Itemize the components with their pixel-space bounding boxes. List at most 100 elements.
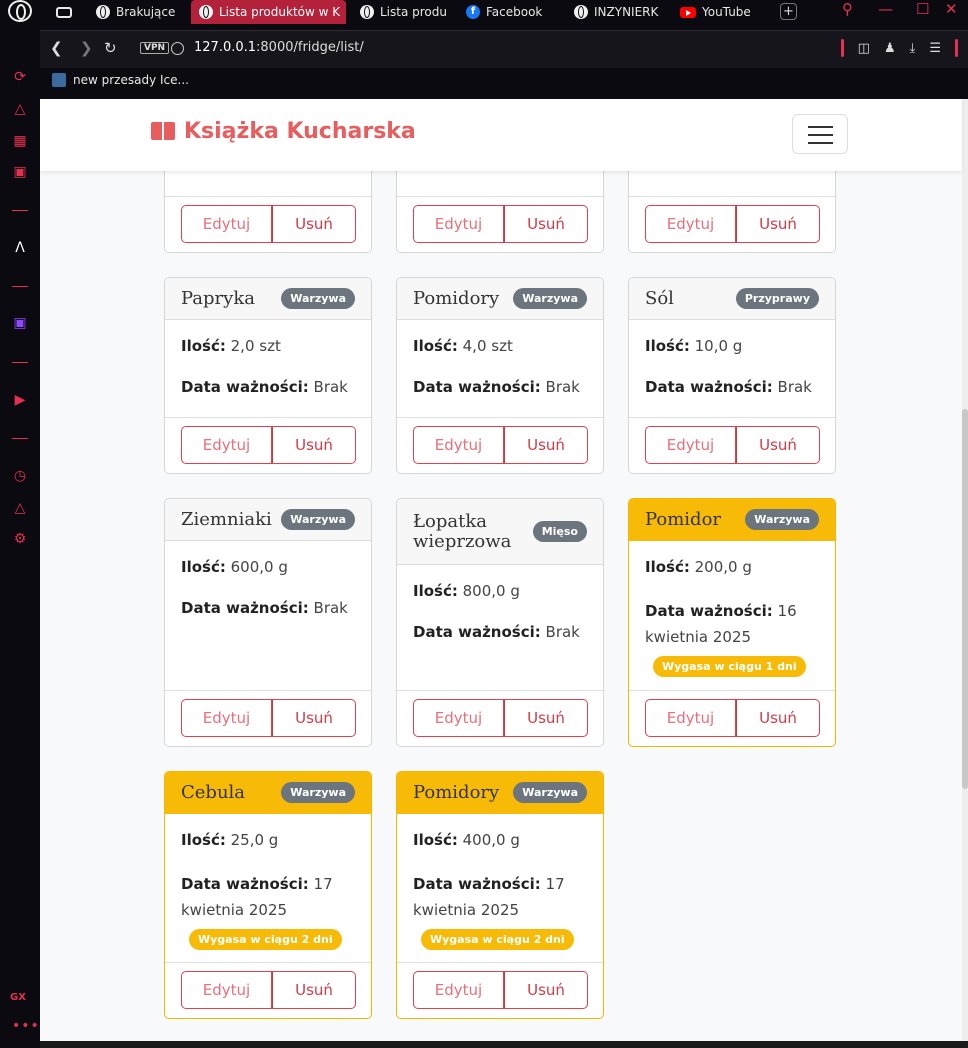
expiry-row: Data ważności: 17 kwietnia 2025 (181, 871, 355, 923)
gx-cleaner-icon[interactable]: ▦ (11, 132, 29, 150)
qty-row: Ilość: 25,0 g (181, 830, 355, 850)
close-icon[interactable]: ✕ (945, 0, 958, 18)
brand-link[interactable]: Książka Kucharska (150, 119, 416, 144)
minimize-icon[interactable]: — (878, 0, 893, 18)
back-icon[interactable]: ❮ (50, 39, 63, 57)
delete-button[interactable]: Usuń (736, 699, 820, 737)
tab-inzynierk[interactable]: INZYNIERK (566, 0, 670, 24)
delete-button[interactable]: Usuń (504, 699, 588, 737)
category-badge: Warzywa (513, 782, 587, 803)
edit-button[interactable]: Edytuj (645, 205, 736, 243)
edit-button[interactable]: Edytuj (181, 205, 272, 243)
tab-brakujace[interactable]: Brakujące (48, 0, 186, 24)
expiry-value: Brak (777, 378, 812, 396)
edit-button[interactable]: Edytuj (413, 205, 504, 243)
profile-icon[interactable]: ♟ (884, 41, 896, 56)
menu-icon[interactable]: ☰ (929, 41, 941, 56)
delete-button[interactable]: Usuń (272, 699, 356, 737)
expiry-label: Data ważności: (645, 602, 773, 620)
edit-button[interactable]: Edytuj (645, 699, 736, 737)
edit-button[interactable]: Edytuj (413, 426, 504, 464)
page-scrollbar[interactable] (962, 99, 968, 1041)
tab-lista-produktow[interactable]: Lista produktów w K (191, 0, 346, 24)
vpn-badge[interactable]: VPN (140, 42, 170, 54)
expiry-row: Data ważności: Brak (645, 377, 819, 397)
delete-button[interactable]: Usuń (272, 205, 356, 243)
qty-label: Ilość: (181, 831, 226, 849)
new-tab-button[interactable]: + (780, 3, 797, 20)
edit-button[interactable]: Edytuj (181, 699, 272, 737)
ram-limiter-icon[interactable]: ▣ (11, 163, 29, 181)
delete-button[interactable]: Usuń (504, 426, 588, 464)
product-name: Pomidor (645, 508, 722, 530)
speed-dial-icon[interactable]: ⟳ (11, 68, 29, 86)
qty-row: Ilość: 4,0 szt (413, 336, 587, 356)
tab-youtube[interactable]: YouTube (672, 0, 772, 24)
more-icon[interactable]: ••• (12, 1018, 40, 1034)
qty-row: Ilość: 600,0 g (181, 557, 355, 577)
maximize-icon[interactable]: ☐ (916, 0, 929, 18)
delete-button[interactable]: Usuń (736, 426, 820, 464)
delete-button[interactable]: Usuń (504, 971, 588, 1009)
card-header: Pomidory Warzywa (397, 772, 603, 814)
edit-button[interactable]: Edytuj (645, 426, 736, 464)
product-card: Papryka Warzywa Ilość: 2,0 szt Data ważn… (164, 277, 372, 474)
opera-logo-icon[interactable] (8, 0, 32, 22)
card-footer: Edytuj Usuń (629, 196, 835, 252)
expiry-label: Data ważności: (413, 623, 541, 641)
expiry-row: Data ważności: Brak (413, 377, 587, 397)
edit-button[interactable]: Edytuj (413, 699, 504, 737)
navbar-toggler-button[interactable] (792, 114, 848, 154)
product-name: Sól (645, 287, 674, 309)
bookmark-item[interactable]: new przesady Ice... (73, 73, 189, 87)
globe-icon (199, 5, 213, 19)
expiry-row: Data ważności: Brak (181, 598, 355, 618)
gx-control-icon[interactable]: △ (11, 100, 29, 118)
aria-icon[interactable]: Λ (11, 239, 29, 257)
category-badge: Warzywa (281, 288, 355, 309)
hamburger-line (808, 126, 833, 128)
browser-tab-bar: Brakujące Lista produktów w K Lista prod… (0, 0, 968, 24)
settings-icon[interactable]: ⚙ (11, 530, 29, 548)
qty-value: 600,0 g (230, 558, 288, 576)
qty-value: 4,0 szt (462, 337, 513, 355)
expiry-value: Brak (313, 378, 348, 396)
card-footer: Edytuj Usuń (397, 417, 603, 473)
qty-row: Ilość: 2,0 szt (181, 336, 355, 356)
tab-label: INZYNIERK (594, 5, 659, 19)
product-card: Sól Przyprawy Ilość: 10,0 g Data ważnośc… (628, 277, 836, 474)
delete-button[interactable]: Usuń (736, 205, 820, 243)
expiry-label: Data ważności: (413, 378, 541, 396)
tab-lista-produ[interactable]: Lista produ (352, 0, 452, 24)
card-footer: Edytuj Usuń (165, 196, 371, 252)
gx-label: GX (10, 992, 26, 1003)
url-field[interactable]: 127.0.0.1:8000/fridge/list/ (194, 40, 364, 55)
indicator-bar (955, 39, 958, 57)
reload-icon[interactable]: ↻ (104, 39, 117, 57)
download-icon[interactable]: ⤓ (910, 41, 916, 56)
expiry-label: Data ważności: (181, 378, 309, 396)
expiry-value: Brak (545, 378, 580, 396)
tab-label: Facebook (486, 5, 543, 19)
search-tabs-icon[interactable]: ⚲ (842, 0, 853, 18)
cube-icon[interactable]: ◫ (858, 41, 870, 56)
delete-button[interactable]: Usuń (272, 971, 356, 1009)
edit-button[interactable]: Edytuj (413, 971, 504, 1009)
qty-label: Ilość: (645, 558, 690, 576)
player-icon[interactable]: ▶ (11, 391, 29, 409)
forward-icon[interactable]: ❯ (80, 39, 93, 57)
edit-button[interactable]: Edytuj (181, 971, 272, 1009)
twitch-icon[interactable]: ▣ (11, 314, 29, 332)
url-path: :8000/fridge/list/ (256, 40, 364, 55)
category-badge: Warzywa (745, 509, 819, 530)
card-body: Ilość: 2,0 szt Data ważności: Brak (165, 320, 371, 413)
history-icon[interactable]: ◷ (11, 467, 29, 485)
extensions-icon[interactable]: △ (11, 499, 29, 517)
delete-button[interactable]: Usuń (504, 205, 588, 243)
delete-button[interactable]: Usuń (272, 426, 356, 464)
edit-button[interactable]: Edytuj (181, 426, 272, 464)
site-navbar: Książka Kucharska (40, 99, 962, 171)
tab-facebook[interactable]: f Facebook (458, 0, 558, 24)
scrollbar-thumb[interactable] (962, 409, 968, 789)
site-info-icon[interactable] (171, 42, 184, 55)
